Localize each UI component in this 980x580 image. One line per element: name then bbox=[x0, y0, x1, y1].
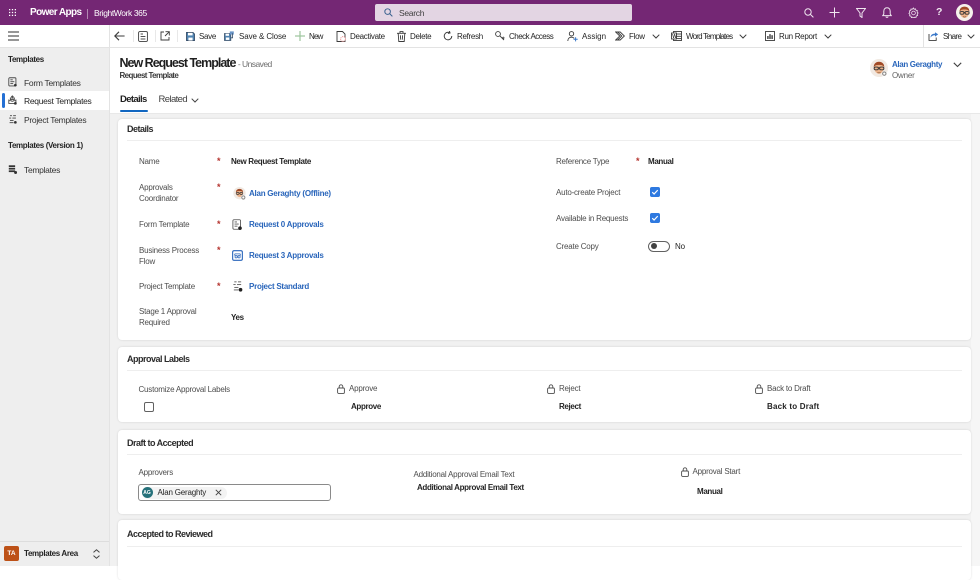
svg-text:W: W bbox=[672, 34, 677, 40]
